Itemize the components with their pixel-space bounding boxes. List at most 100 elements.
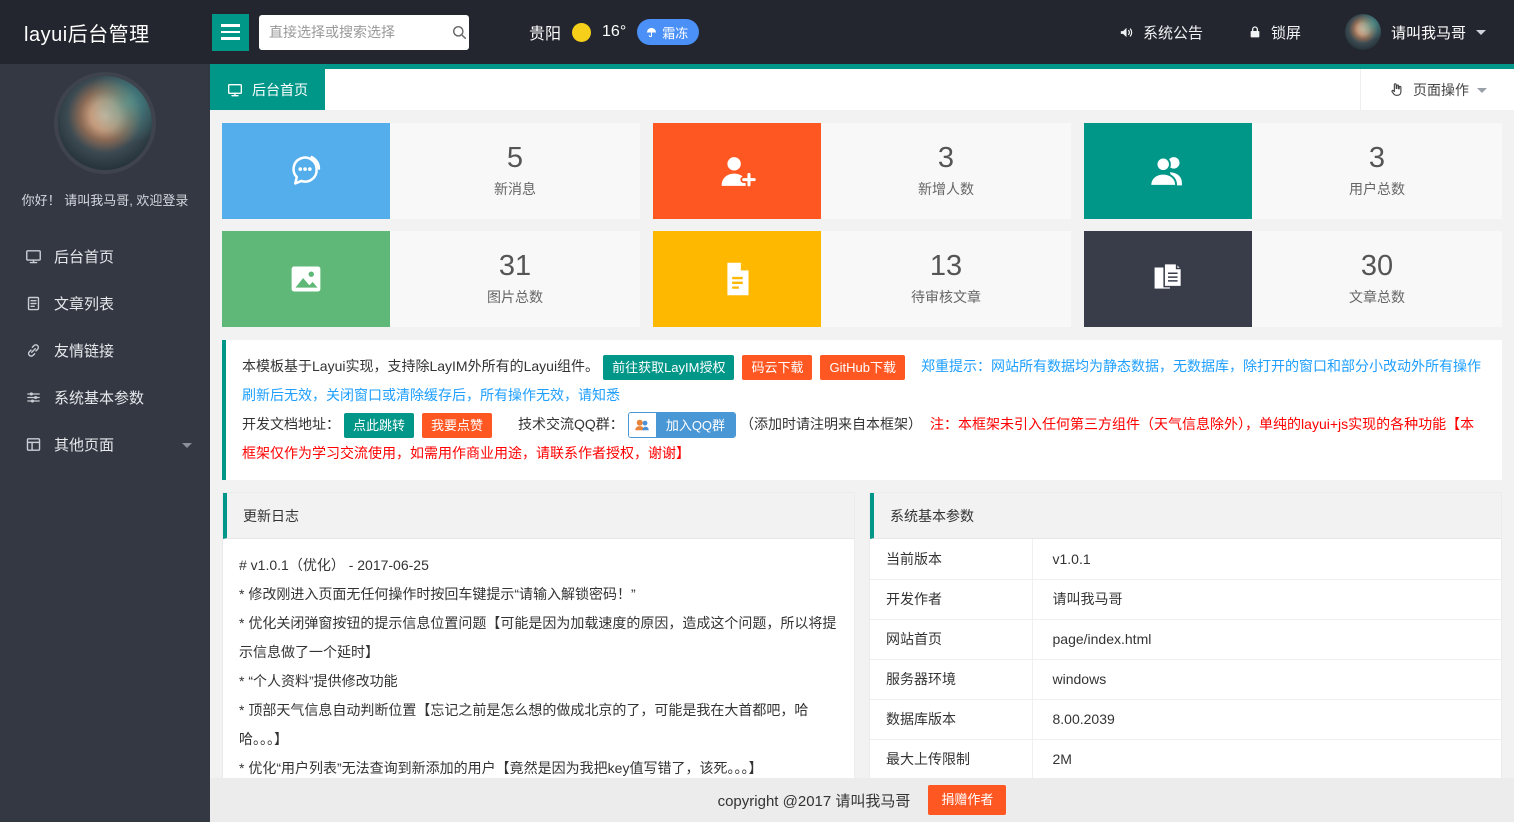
stat-value: 5	[507, 143, 523, 175]
stat-icon	[653, 123, 821, 219]
docs-link-button[interactable]: 点此跳转	[344, 413, 414, 438]
user-menu[interactable]: 请叫我马哥	[1345, 14, 1486, 50]
search-box[interactable]	[259, 15, 469, 50]
stat-icon	[222, 231, 390, 327]
page-actions-label: 页面操作	[1413, 80, 1469, 100]
param-value: windows	[1032, 659, 1501, 699]
gitee-download-button[interactable]: 码云下载	[742, 355, 812, 380]
changelog-title: 更新日志	[223, 493, 854, 539]
greeting-text: 你好！ 请叫我马哥, 欢迎登录	[0, 190, 210, 209]
username: 请叫我马哥	[1391, 22, 1466, 43]
changelog-line: # v1.0.1（优化） - 2017-06-25	[239, 551, 838, 580]
stat-card-messages[interactable]: 5 新消息	[222, 123, 640, 219]
content: 5 新消息 3 新增人数	[210, 111, 1514, 778]
announcement-label: 系统公告	[1143, 22, 1203, 43]
main-area: 后台首页 页面操作 5 新消息	[210, 64, 1514, 822]
image-icon	[283, 256, 329, 302]
search-input[interactable]	[269, 24, 450, 40]
app-header: layui后台管理 贵阳 16° 霜冻 系统公告 锁屏	[0, 0, 1514, 64]
sidebar-item-home[interactable]: 后台首页	[0, 233, 210, 280]
param-key: 当前版本	[870, 539, 1032, 579]
sidebar-item-system-params[interactable]: 系统基本参数	[0, 374, 210, 421]
sidebar-item-label: 其他页面	[54, 434, 114, 455]
avatar	[1345, 14, 1381, 50]
sun-icon	[572, 23, 591, 42]
lock-screen-button[interactable]: 锁屏	[1247, 22, 1301, 43]
article-icon	[25, 295, 42, 312]
sidebar-item-links[interactable]: 友情链接	[0, 327, 210, 374]
stat-label: 图片总数	[487, 287, 543, 307]
sidebar-item-label: 后台首页	[54, 246, 114, 267]
profile-avatar	[58, 76, 152, 170]
stat-label: 用户总数	[1349, 179, 1405, 199]
stat-card-pending-articles[interactable]: 13 待审核文章	[653, 231, 1071, 327]
changelog-line: * 修改刚进入页面无任何操作时按回车键提示“请输入解锁密码！”	[239, 580, 838, 609]
stat-card-new-users[interactable]: 3 新增人数	[653, 123, 1071, 219]
tab-label: 后台首页	[252, 80, 308, 100]
monitor-icon	[25, 248, 42, 265]
param-value: v1.0.1	[1032, 539, 1501, 579]
param-key: 数据库版本	[870, 699, 1032, 739]
stat-value: 30	[1361, 251, 1393, 283]
weather-city: 贵阳	[529, 20, 561, 44]
weather-badge: 霜冻	[637, 19, 699, 45]
menu-toggle-button[interactable]	[212, 14, 249, 51]
stat-card-total-users[interactable]: 3 用户总数	[1084, 123, 1502, 219]
search-icon[interactable]	[450, 23, 469, 42]
param-key: 网站首页	[870, 619, 1032, 659]
param-key: 服务器环境	[870, 659, 1032, 699]
umbrella-icon	[645, 26, 658, 39]
files-icon	[1145, 256, 1191, 302]
table-row: 数据库版本8.00.2039	[870, 699, 1501, 739]
stat-card-images[interactable]: 31 图片总数	[222, 231, 640, 327]
stat-card-total-articles[interactable]: 30 文章总数	[1084, 231, 1502, 327]
param-value: page/index.html	[1032, 619, 1501, 659]
stats-grid: 5 新消息 3 新增人数	[222, 123, 1502, 327]
stat-icon	[653, 231, 821, 327]
sidebar-item-other-pages[interactable]: 其他页面	[0, 421, 210, 468]
chevron-down-icon	[1477, 88, 1487, 98]
footer: copyright @2017 请叫我马哥 捐赠作者	[210, 778, 1514, 822]
users-icon	[1145, 148, 1191, 194]
tab-bar: 后台首页 页面操作	[210, 69, 1514, 111]
docs-label: 开发文档地址：	[242, 416, 340, 432]
changelog-line: * 顶部天气信息自动判断位置【忘记之前是怎么想的做成北京的了，可能是我在大首都吧…	[239, 696, 838, 754]
monitor-icon	[227, 82, 243, 98]
changelog-line: * “个人资料”提供修改功能	[239, 667, 838, 696]
page-actions-dropdown[interactable]: 页面操作	[1360, 69, 1514, 110]
file-icon	[714, 256, 760, 302]
pages-icon	[25, 436, 42, 453]
layim-auth-button[interactable]: 前往获取LayIM授权	[603, 355, 734, 380]
stat-label: 文章总数	[1349, 287, 1405, 307]
table-row: 开发作者请叫我马哥	[870, 579, 1501, 619]
sidebar-item-articles[interactable]: 文章列表	[0, 280, 210, 327]
hand-icon	[1388, 81, 1405, 98]
changelog-line: * 优化关闭弹窗按钮的提示信息位置问题【可能是因为加载速度的原因，造成这个问题，…	[239, 609, 838, 667]
stat-label: 待审核文章	[911, 287, 981, 307]
join-qq-button[interactable]: 加入QQ群	[628, 412, 736, 438]
weather-tag-label: 霜冻	[662, 23, 688, 42]
sidebar-item-label: 文章列表	[54, 293, 114, 314]
like-button[interactable]: 我要点赞	[422, 413, 492, 438]
qq-people-icon	[629, 413, 656, 437]
speaker-icon	[1118, 24, 1135, 41]
table-row: 服务器环境windows	[870, 659, 1501, 699]
table-row: 网站首页page/index.html	[870, 619, 1501, 659]
changelog-line: * 优化“用户列表”无法查询到新添加的用户【竟然是因为我把key值写错了，该死。…	[239, 754, 838, 778]
system-params-table: 当前版本v1.0.1 开发作者请叫我马哥 网站首页page/index.html…	[870, 539, 1501, 778]
chevron-down-icon	[182, 443, 192, 453]
stat-value: 3	[1369, 143, 1385, 175]
stat-value: 31	[499, 251, 531, 283]
donate-button[interactable]: 捐赠作者	[928, 785, 1006, 815]
announcement-button[interactable]: 系统公告	[1118, 22, 1203, 43]
param-value: 2M	[1032, 739, 1501, 778]
sidebar: 你好！ 请叫我马哥, 欢迎登录 后台首页 文章列表 友情链接 系统基本参数	[0, 64, 210, 822]
chevron-down-icon	[1476, 30, 1486, 40]
app-title: layui后台管理	[0, 18, 210, 47]
stat-label: 新增人数	[918, 179, 974, 199]
stat-label: 新消息	[494, 179, 536, 199]
tab-home[interactable]: 后台首页	[210, 69, 325, 110]
param-value: 8.00.2039	[1032, 699, 1501, 739]
table-row: 最大上传限制2M	[870, 739, 1501, 778]
github-download-button[interactable]: GitHub下载	[820, 355, 904, 380]
